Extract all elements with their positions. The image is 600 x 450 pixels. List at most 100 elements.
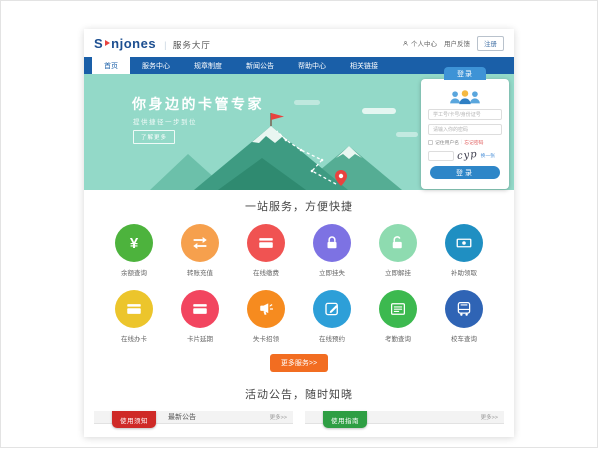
logo: Snjones | 服务大厅 xyxy=(94,36,211,51)
service-circle xyxy=(313,224,351,262)
service-circle xyxy=(247,224,285,262)
service-label: 补助领取 xyxy=(451,267,477,277)
service-circle xyxy=(379,224,417,262)
notice-panel-header: 使用须知 最新公告 更多>> xyxy=(94,411,293,424)
service-label: 在线缴费 xyxy=(253,267,279,277)
usage-notice-ribbon-tab[interactable]: 使用须知 xyxy=(112,411,156,428)
site-name: 服务大厅 xyxy=(173,39,211,51)
service-label: 转账充值 xyxy=(187,267,213,277)
login-panel: 登录 记住用户名 | 忘记密码 cyp 换一张 登录 xyxy=(421,79,509,189)
logo-suffix: njones xyxy=(111,36,156,51)
remember-label: 记住用户名 xyxy=(435,139,459,146)
username-input[interactable] xyxy=(428,109,502,120)
service-grid: ¥ 余额查询 转账充值 在线缴费 xyxy=(84,224,514,343)
service-attendance-inquiry[interactable]: 考勤查询 xyxy=(365,290,431,343)
more-services-button[interactable]: 更多服务>> xyxy=(270,354,328,372)
login-options-row: 记住用户名 | 忘记密码 xyxy=(428,139,502,146)
usage-guide-ribbon-tab[interactable]: 使用指南 xyxy=(323,411,367,428)
nav-item-news[interactable]: 新闻公告 xyxy=(234,57,286,74)
forgot-password-link[interactable]: 忘记密码 xyxy=(464,139,483,146)
service-circle xyxy=(181,224,219,262)
service-label: 考勤查询 xyxy=(385,333,411,343)
transfer-icon xyxy=(191,234,209,252)
service-circle xyxy=(445,290,483,328)
service-label: 立即挂失 xyxy=(319,267,345,277)
mountain-illustration-icon xyxy=(136,110,406,190)
service-label: 立即解挂 xyxy=(385,267,411,277)
logo-arrow-icon xyxy=(105,40,110,46)
captcha-row: cyp 换一张 xyxy=(428,150,502,161)
service-online-booking[interactable]: 在线预约 xyxy=(299,290,365,343)
unlock-icon xyxy=(389,234,407,252)
service-subsidy-collect[interactable]: 补助领取 xyxy=(431,224,497,277)
captcha-refresh-link[interactable]: 换一张 xyxy=(481,152,495,159)
service-circle xyxy=(445,224,483,262)
services-section: 一站服务，方便快捷 ¥ 余额查询 转账充值 xyxy=(84,190,514,372)
guide-panel: 使用指南 更多>> xyxy=(305,411,504,437)
person-icon xyxy=(402,40,409,47)
service-balance-inquiry[interactable]: ¥ 余额查询 xyxy=(101,224,167,277)
list-icon xyxy=(389,300,407,318)
service-online-card-apply[interactable]: 在线办卡 xyxy=(101,290,167,343)
service-report-loss[interactable]: 立即挂失 xyxy=(299,224,365,277)
service-circle xyxy=(181,290,219,328)
guide-more-link[interactable]: 更多>> xyxy=(481,413,498,421)
personal-center-label: 个人中心 xyxy=(411,38,437,48)
service-label: 在线预约 xyxy=(319,333,345,343)
card-icon xyxy=(191,300,209,318)
nav-item-home[interactable]: 首页 xyxy=(92,57,130,74)
pencil-icon xyxy=(323,300,341,318)
logo-prefix: S xyxy=(94,36,103,51)
cloud-icon xyxy=(294,100,320,105)
announcements-section: 活动公告，随时知晓 使用须知 最新公告 更多>> 使用指南 更多>> xyxy=(84,372,514,437)
lock-icon xyxy=(323,234,341,252)
login-tab[interactable]: 登录 xyxy=(444,67,486,80)
announcements-title: 活动公告，随时知晓 xyxy=(84,386,514,402)
guide-panel-header: 使用指南 更多>> xyxy=(305,411,504,424)
nav-item-rules[interactable]: 规章制度 xyxy=(182,57,234,74)
yen-icon: ¥ xyxy=(130,235,138,252)
personal-center-link[interactable]: 个人中心 xyxy=(402,38,437,48)
password-input[interactable] xyxy=(428,124,502,135)
nav-item-links[interactable]: 相关链接 xyxy=(338,57,390,74)
user-feedback-label: 用户反馈 xyxy=(444,38,470,48)
service-lost-card-claim[interactable]: 失卡招领 xyxy=(233,290,299,343)
banknote-icon xyxy=(455,234,473,252)
notice-more-link[interactable]: 更多>> xyxy=(270,413,287,421)
announcement-panels: 使用须知 最新公告 更多>> 使用指南 更多>> xyxy=(84,402,514,437)
service-card-extension[interactable]: 卡片延期 xyxy=(167,290,233,343)
nav-item-service-center[interactable]: 服务中心 xyxy=(130,57,182,74)
service-label: 卡片延期 xyxy=(187,333,213,343)
service-circle: ¥ xyxy=(115,224,153,262)
service-school-bus-inquiry[interactable]: 校车查询 xyxy=(431,290,497,343)
service-circle xyxy=(379,290,417,328)
service-label: 在线办卡 xyxy=(121,333,147,343)
divider: | xyxy=(461,140,462,145)
service-transfer-recharge[interactable]: 转账充值 xyxy=(167,224,233,277)
service-cancel-loss[interactable]: 立即解挂 xyxy=(365,224,431,277)
service-circle xyxy=(313,290,351,328)
logo-divider: | xyxy=(164,40,167,50)
nav-item-help[interactable]: 帮助中心 xyxy=(286,57,338,74)
service-label: 余额查询 xyxy=(121,267,147,277)
top-header: Snjones | 服务大厅 个人中心 用户反馈 注册 xyxy=(84,29,514,57)
service-label: 校车查询 xyxy=(451,333,477,343)
users-group-icon xyxy=(421,89,509,105)
login-submit-button[interactable]: 登录 xyxy=(430,166,500,179)
bus-icon xyxy=(455,300,473,318)
services-title: 一站服务，方便快捷 xyxy=(84,198,514,214)
service-circle xyxy=(115,290,153,328)
page: Snjones | 服务大厅 个人中心 用户反馈 注册 首页 服务中心 规章制度… xyxy=(84,29,514,437)
notice-panel: 使用须知 最新公告 更多>> xyxy=(94,411,293,437)
latest-announcements-tab[interactable]: 最新公告 xyxy=(168,412,196,422)
register-button[interactable]: 注册 xyxy=(477,36,504,51)
card-icon xyxy=(125,300,143,318)
service-label: 失卡招领 xyxy=(253,333,279,343)
user-feedback-link[interactable]: 用户反馈 xyxy=(444,38,470,48)
captcha-input[interactable] xyxy=(428,151,454,161)
remember-checkbox[interactable] xyxy=(428,140,433,145)
header-right: 个人中心 用户反馈 注册 xyxy=(402,36,504,51)
service-online-payment[interactable]: 在线缴费 xyxy=(233,224,299,277)
megaphone-icon xyxy=(257,300,275,318)
captcha-image[interactable]: cyp xyxy=(456,149,478,162)
